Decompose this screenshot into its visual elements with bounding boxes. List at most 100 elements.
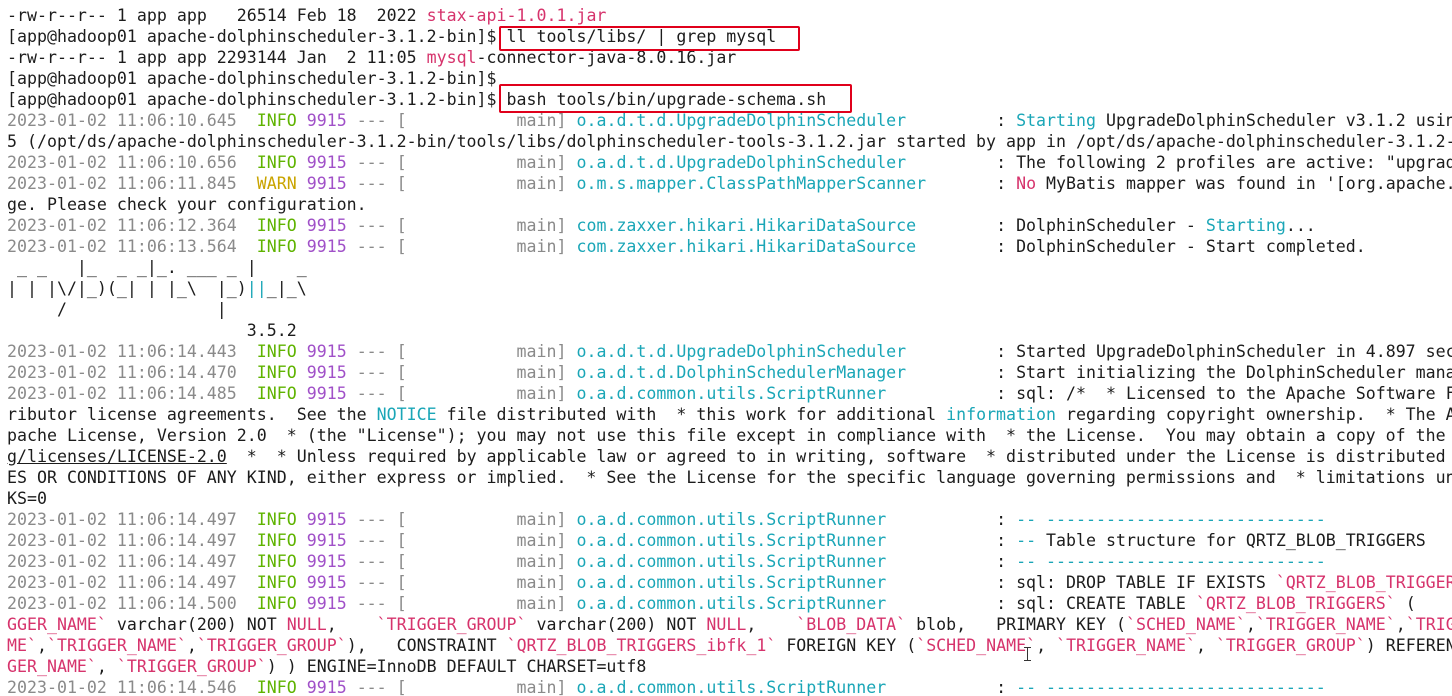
text-segment: INFO [256, 531, 297, 550]
text-segment: --- [ main] [346, 510, 577, 529]
text-segment: o.a.d.common.utils.ScriptRunner [576, 678, 987, 696]
text-segment: 2023-01-02 11:06:14.497 [7, 531, 257, 550]
text-segment: --- [ main] [346, 111, 577, 130]
terminal-line: 2023-01-02 11:06:11.845 WARN 9915 --- [ … [7, 173, 1452, 194]
text-segment: NULL [706, 615, 747, 634]
terminal-line: 5 (/opt/ds/apache-dolphinscheduler-3.1.2… [7, 131, 1452, 152]
text-cursor-icon [1024, 647, 1031, 661]
text-segment: : [986, 552, 1017, 571]
text-segment: , [326, 615, 377, 634]
text-segment: file distributed with * this work for ad… [436, 405, 947, 424]
text-segment: 9915 [306, 111, 347, 130]
text-segment: || [246, 279, 267, 298]
terminal-line: 2023-01-02 11:06:14.500 INFO 9915 --- [ … [7, 593, 1452, 614]
text-segment: 9915 [306, 216, 347, 235]
text-segment: o.a.d.common.utils.ScriptRunner [576, 531, 987, 550]
text-segment: MyBatis mapper was found in '[org.apache… [1036, 174, 1452, 193]
text-segment: 2023-01-02 11:06:14.500 [7, 594, 257, 613]
text-segment: o.a.d.common.utils.ScriptRunner [576, 573, 987, 592]
text-segment: 2023-01-02 11:06:10.645 [7, 111, 257, 130]
terminal-line: KS=0 [7, 488, 47, 509]
text-segment: o.a.d.t.d.DolphinSchedulerManager [576, 363, 987, 382]
terminal-line: / | [7, 299, 227, 320]
text-segment: : sql: DROP TABLE IF EXISTS [986, 573, 1276, 592]
text-segment: --- [ main] [346, 678, 577, 696]
text-segment: pache License, Version 2.0 * (the "Licen… [7, 426, 1446, 445]
terminal-line: 2023-01-02 11:06:14.497 INFO 9915 --- [ … [7, 572, 1452, 593]
text-segment: com.zaxxer.hikari.HikariDataSource [576, 237, 987, 256]
text-segment: `TRIGGER_GROUP` [116, 657, 267, 676]
text-segment [297, 531, 307, 550]
text-segment: , [746, 615, 797, 634]
text-segment: bash tools/bin/upgrade-schema.sh [506, 90, 827, 109]
text-segment: 9915 [306, 594, 347, 613]
text-segment: mysql [426, 48, 477, 67]
text-segment: blob, PRIMARY KEY ( [906, 615, 1126, 634]
text-segment: ll tools/libs/ | grep mysql [506, 27, 777, 46]
terminal-line: g/licenses/LICENSE-2.0 * * Unless requir… [7, 446, 1446, 467]
text-segment: NULL [286, 615, 327, 634]
text-segment: GER_NAME` [7, 657, 97, 676]
terminal-window[interactable]: -rw-r--r-- 1 app app 26514 Feb 18 2022 s… [0, 0, 1452, 696]
text-segment: o.a.d.common.utils.ScriptRunner [576, 552, 987, 571]
text-segment: , [1395, 615, 1406, 634]
text-segment: _ _ |_ _ _|_. ___ _ | _ [7, 258, 307, 277]
text-segment: 2023-01-02 11:06:11.845 [7, 174, 257, 193]
text-segment: stax-api-1.0.1.jar [426, 6, 607, 25]
text-segment: 2023-01-02 11:06:14.497 [7, 552, 257, 571]
terminal-line: GER_NAME`, `TRIGGER_GROUP`) ) ENGINE=Inn… [7, 656, 646, 677]
text-segment: 2023-01-02 11:06:14.485 [7, 384, 257, 403]
text-segment: o.m.s.mapper.ClassPathMapperScanner [576, 174, 987, 193]
text-segment: --- [ main] [346, 552, 577, 571]
text-segment: `TRIGGER_NAME` [46, 636, 187, 655]
text-segment: INFO [256, 510, 297, 529]
text-segment: : DolphinScheduler - [986, 216, 1206, 235]
text-segment: ) REFEREN [1365, 636, 1452, 655]
text-segment: `BLOB_DATA` [796, 615, 907, 634]
text-segment: : Start initializing the DolphinSchedule… [986, 363, 1452, 382]
text-segment: : [986, 174, 1017, 193]
text-segment [297, 510, 307, 529]
text-segment: -- ---------------------------- [1016, 510, 1326, 529]
terminal-line: 2023-01-02 11:06:12.364 INFO 9915 --- [ … [7, 215, 1316, 236]
text-segment: INFO [256, 678, 297, 696]
text-segment: INFO [256, 153, 297, 172]
text-segment: 9915 [306, 573, 347, 592]
text-segment: -- ---------------------------- [1016, 552, 1326, 571]
text-segment: --- [ main] [346, 363, 577, 382]
text-segment: : The following 2 profiles are active: "… [986, 153, 1452, 172]
text-segment: INFO [256, 111, 297, 130]
text-segment: o.a.d.t.d.UpgradeDolphinScheduler [576, 111, 987, 130]
text-segment [297, 153, 307, 172]
text-segment: _|_\ [266, 279, 307, 298]
text-segment: UpgradeDolphinScheduler v3.1.2 using [1096, 111, 1452, 130]
text-segment: --- [ main] [346, 531, 577, 550]
text-segment: varchar(200) NOT [526, 615, 707, 634]
text-segment: 9915 [306, 174, 347, 193]
terminal-line: -rw-r--r-- 1 app app 2293144 Jan 2 11:05… [7, 47, 736, 68]
text-segment: --- [ main] [346, 237, 577, 256]
terminal-line: 2023-01-02 11:06:14.443 INFO 9915 --- [ … [7, 341, 1452, 362]
terminal-line: -rw-r--r-- 1 app app 26514 Feb 18 2022 s… [7, 5, 606, 26]
text-segment: `QRTZ_BLOB_TRIGGERS` [1275, 573, 1452, 592]
text-segment: : [986, 678, 1017, 696]
text-segment: INFO [256, 237, 297, 256]
text-segment: ME` [7, 636, 37, 655]
text-segment [297, 573, 307, 592]
text-segment [297, 363, 307, 382]
text-segment [297, 678, 307, 696]
text-segment: , [96, 657, 117, 676]
text-segment: FOREIGN KEY ( [776, 636, 917, 655]
text-segment [297, 594, 307, 613]
text-segment: `TRIGGER_GROUP` [376, 615, 527, 634]
text-segment: -- [1016, 531, 1037, 550]
text-segment: --- [ main] [346, 153, 577, 172]
terminal-line: ge. Please check your configuration. [7, 194, 367, 215]
text-segment: No [1016, 174, 1037, 193]
text-segment: --- [ main] [346, 216, 577, 235]
terminal-line: 2023-01-02 11:06:14.546 INFO 9915 --- [ … [7, 677, 1326, 696]
text-segment: regarding copyright ownership. * The A [1056, 405, 1452, 424]
text-segment: 9915 [306, 384, 347, 403]
terminal-line: 2023-01-02 11:06:10.645 INFO 9915 --- [ … [7, 110, 1452, 131]
terminal-line: 2023-01-02 11:06:14.485 INFO 9915 --- [ … [7, 383, 1452, 404]
